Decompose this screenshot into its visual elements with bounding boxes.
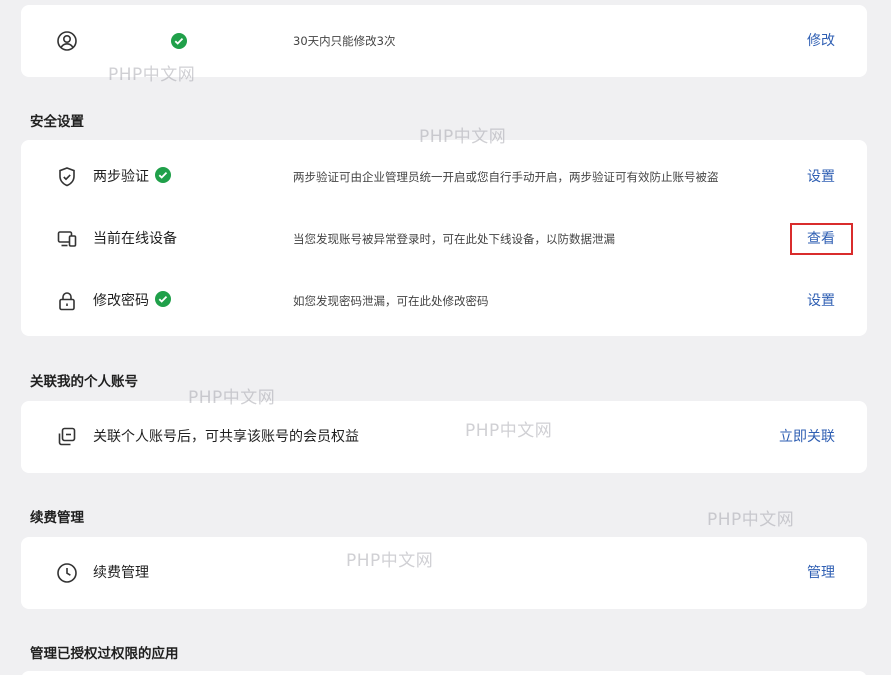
online-devices-label: 当前在线设备 xyxy=(93,231,177,247)
watermark: PHP中文网 xyxy=(707,510,795,530)
change-password-description: 如您发现密码泄漏，可在此处修改密码 xyxy=(293,294,489,308)
security-card: 两步验证 两步验证可由企业管理员统一开启或您自行手动开启，两步验证可有效防止账号… xyxy=(21,140,867,336)
lock-icon xyxy=(55,289,79,313)
user-circle-icon xyxy=(55,29,79,53)
apps-card xyxy=(21,671,867,675)
username-card: 30天内只能修改3次 修改 xyxy=(21,5,867,77)
two-step-label: 两步验证 xyxy=(93,167,171,187)
change-password-settings-link[interactable]: 设置 xyxy=(807,291,835,311)
online-devices-description: 当您发现账号被异常登录时，可在此处下线设备，以防数据泄漏 xyxy=(293,232,615,246)
renewal-card: 续费管理 管理 xyxy=(21,537,867,609)
view-devices-link[interactable]: 查看 xyxy=(807,229,835,249)
manage-renewal-link[interactable]: 管理 xyxy=(807,563,835,583)
online-devices-row: 当前在线设备 当您发现账号被异常登录时，可在此处下线设备，以防数据泄漏 查看 xyxy=(21,225,867,253)
two-step-row: 两步验证 两步验证可由企业管理员统一开启或您自行手动开启，两步验证可有效防止账号… xyxy=(21,163,867,191)
link-now-link[interactable]: 立即关联 xyxy=(779,427,835,447)
link-accounts-icon xyxy=(55,425,79,449)
change-password-row: 修改密码 如您发现密码泄漏，可在此处修改密码 设置 xyxy=(21,287,867,315)
link-personal-row: 关联个人账号后，可共享该账号的会员权益 立即关联 xyxy=(21,423,867,451)
modify-username-link[interactable]: 修改 xyxy=(807,31,835,51)
username-description: 30天内只能修改3次 xyxy=(293,34,396,48)
personal-card: 关联个人账号后，可共享该账号的会员权益 立即关联 xyxy=(21,401,867,473)
apps-section-title: 管理已授权过权限的应用 xyxy=(30,646,179,662)
check-circle-icon xyxy=(171,33,187,49)
shield-icon xyxy=(55,165,79,189)
devices-icon xyxy=(55,227,79,251)
security-section-title: 安全设置 xyxy=(30,114,84,130)
check-circle-icon xyxy=(155,167,171,183)
renewal-section-title: 续费管理 xyxy=(30,510,84,526)
account-settings-page: 30天内只能修改3次 修改 安全设置 两步验证 两步验证可由企业管理员统一开启或… xyxy=(0,0,891,675)
renewal-row: 续费管理 管理 xyxy=(21,559,867,587)
clock-icon xyxy=(55,561,79,585)
renewal-label: 续费管理 xyxy=(93,565,149,581)
two-step-description: 两步验证可由企业管理员统一开启或您自行手动开启，两步验证可有效防止账号被盗 xyxy=(293,170,719,184)
link-personal-label: 关联个人账号后，可共享该账号的会员权益 xyxy=(93,429,359,445)
personal-section-title: 关联我的个人账号 xyxy=(30,374,138,390)
username-row: 30天内只能修改3次 修改 xyxy=(21,27,867,55)
change-password-label: 修改密码 xyxy=(93,291,171,311)
check-circle-icon xyxy=(155,291,171,307)
two-step-settings-link[interactable]: 设置 xyxy=(807,167,835,187)
